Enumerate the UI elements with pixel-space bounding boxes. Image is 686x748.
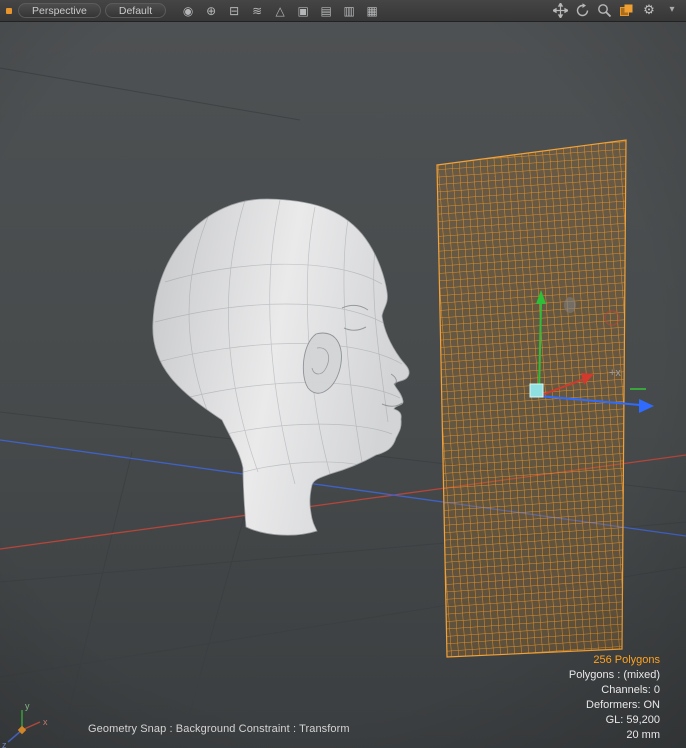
modo-viewport-window: Perspective Default ◉ ⊕ ⊟ ≋ △ ▣ ▤ ▥ ▦	[0, 0, 686, 748]
stat-gl: GL: 59,200	[569, 713, 660, 728]
mini-axis-y-label: y	[25, 701, 30, 711]
layer-a-icon[interactable]: ▤	[318, 2, 334, 20]
stat-polygons: Polygons : (mixed)	[569, 668, 660, 683]
overlay-icon[interactable]: ▣	[295, 2, 311, 20]
gizmo-origin-handle[interactable]	[530, 384, 543, 397]
rotate-view-icon[interactable]	[575, 3, 590, 18]
stat-channels: Channels: 0	[569, 683, 660, 698]
layer-c-icon[interactable]: ▦	[364, 2, 380, 20]
handle-ghost	[564, 297, 576, 313]
environment-icon[interactable]: ⊕	[203, 2, 219, 20]
viewport-toolbar: Perspective Default ◉ ⊕ ⊟ ≋ △ ▣ ▤ ▥ ▦	[0, 0, 686, 22]
viewport-settings-gear-icon[interactable]: ⚙	[641, 2, 657, 20]
viewport-menu-dropdown-icon[interactable]: ▾	[664, 2, 680, 20]
viewport-nav-icons: ⚙ ▾	[553, 2, 680, 20]
viewport-stats: 256 Polygons Polygons : (mixed) Channels…	[569, 653, 660, 743]
selection-count-label: 256 Polygons	[569, 653, 660, 668]
axis-hint-label: +x	[609, 367, 621, 379]
pan-move-icon[interactable]	[553, 3, 568, 18]
mini-axis-x-label: x	[43, 717, 48, 727]
shaded-sphere-icon[interactable]: ◉	[180, 2, 196, 20]
shading-default-dropdown[interactable]: Default	[105, 3, 166, 18]
matcap-icon[interactable]: ⊟	[226, 2, 242, 20]
maximize-viewport-icon[interactable]	[619, 3, 634, 18]
3d-viewport[interactable]: +x y x z Geometry Snap : Background Cons…	[0, 22, 686, 748]
viewport-corner-marker[interactable]	[6, 8, 12, 14]
zoom-icon[interactable]	[597, 3, 612, 18]
snap-status-text: Geometry Snap : Background Constraint : …	[88, 723, 350, 735]
perspective-dropdown[interactable]: Perspective	[18, 3, 101, 18]
polygon-mode-icon[interactable]: △	[272, 2, 288, 20]
layer-b-icon[interactable]: ▥	[341, 2, 357, 20]
wireframe-icon[interactable]: ≋	[249, 2, 265, 20]
viewport-canvas[interactable]: +x y x z	[0, 22, 686, 748]
mini-axis-z-label: z	[2, 740, 7, 748]
viewport-option-icons: ◉ ⊕ ⊟ ≋ △ ▣ ▤ ▥ ▦	[180, 2, 380, 20]
selected-plane[interactable]	[437, 140, 626, 657]
stat-deformers: Deformers: ON	[569, 698, 660, 713]
stat-grid-size: 20 mm	[569, 728, 660, 743]
